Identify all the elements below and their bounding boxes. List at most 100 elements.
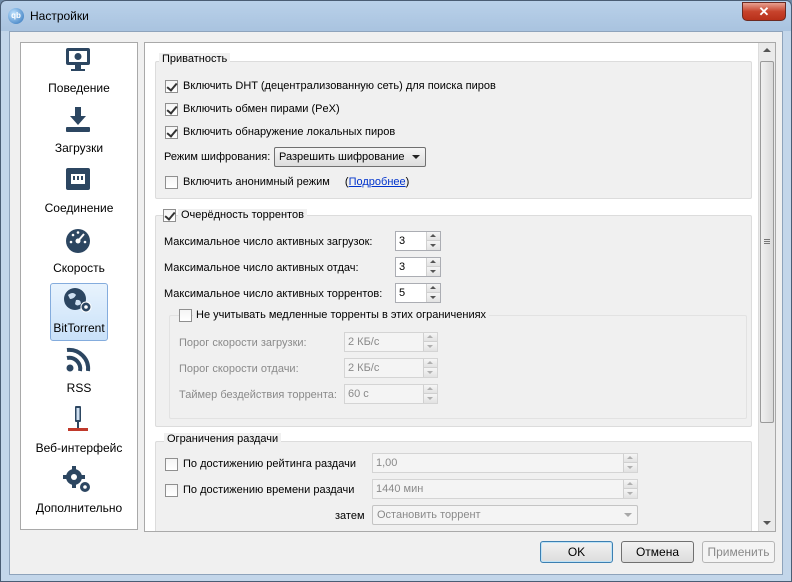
- chevron-down-icon: [412, 155, 420, 159]
- seeding-time-value: 1440 мин: [376, 483, 424, 495]
- inactivity-timer-value: 60 с: [348, 388, 369, 400]
- spin-up-button[interactable]: [427, 258, 440, 267]
- dht-label: Включить DHT (децентрализованную сеть) д…: [183, 80, 496, 92]
- download-icon: [66, 107, 90, 132]
- slow-upload-rate-label: Порог скорости отдачи:: [179, 363, 299, 375]
- monitor-icon: [66, 48, 90, 71]
- spin-up-button[interactable]: [427, 232, 440, 241]
- dialog-body: Поведение Загрузки Соединение Скорость B…: [9, 31, 783, 575]
- ratio-limit-label: По достижению рейтинга раздачи: [183, 458, 356, 470]
- rss-icon: [66, 347, 91, 372]
- webui-icon: [68, 406, 88, 431]
- slow-upload-rate-spinbox[interactable]: 2 КБ/с: [344, 358, 438, 378]
- sidebar-item-label: Скорость: [53, 261, 105, 275]
- ratio-limit-value: 1,00: [376, 457, 398, 469]
- apply-button[interactable]: Применить: [702, 541, 775, 563]
- more-info-link[interactable]: Подробнее: [349, 176, 406, 188]
- scrollbar-thumb[interactable]: [760, 61, 774, 423]
- spin-down-button[interactable]: [427, 241, 440, 250]
- encryption-mode-select[interactable]: Разрешить шифрование: [274, 147, 426, 167]
- spin-down-button[interactable]: [427, 267, 440, 276]
- ok-button[interactable]: OK: [540, 541, 613, 563]
- max-active-torrents-spinbox[interactable]: 5: [395, 283, 441, 303]
- then-action-select[interactable]: Остановить торрент: [372, 505, 638, 525]
- seeding-time-spinbox[interactable]: 1440 мин: [372, 479, 638, 499]
- slow-download-rate-spinbox[interactable]: 2 КБ/с: [344, 332, 438, 352]
- slow-torrents-title: Не учитывать медленные торренты в этих о…: [193, 309, 490, 321]
- spin-up-button[interactable]: [427, 284, 440, 293]
- spin-down-button[interactable]: [424, 342, 437, 351]
- spin-up-button[interactable]: [424, 333, 437, 342]
- then-action-label: затем: [335, 510, 365, 522]
- chevron-down-icon: [624, 513, 632, 517]
- then-action-value: Остановить торрент: [377, 509, 481, 521]
- cancel-button[interactable]: Отмена: [621, 541, 694, 563]
- spin-up-button[interactable]: [424, 359, 437, 368]
- max-active-downloads-value: 3: [399, 235, 406, 247]
- gears-icon: [63, 466, 90, 492]
- sidebar-item-label: Дополнительно: [35, 501, 123, 515]
- pex-checkbox[interactable]: [165, 103, 178, 116]
- ratio-limit-checkbox[interactable]: [165, 458, 178, 471]
- lsd-label: Включить обнаружение локальных пиров: [183, 126, 396, 138]
- max-active-uploads-label: Максимальное число активных отдач:: [164, 262, 359, 274]
- scroll-down-arrow-icon[interactable]: [759, 515, 775, 531]
- title-bar[interactable]: qb Настройки ✕: [1, 1, 791, 31]
- slow-download-rate-label: Порог скорости загрузки:: [179, 337, 307, 349]
- sidebar-item-behavior[interactable]: Поведение: [21, 43, 137, 103]
- settings-page-bittorrent: Приватность Включить DHT (децентрализова…: [144, 42, 776, 532]
- speedometer-icon: [66, 229, 90, 253]
- scroll-up-arrow-icon[interactable]: [759, 43, 775, 59]
- ratio-limit-spinbox[interactable]: 1,00: [372, 453, 638, 473]
- sidebar-item-label: Соединение: [44, 201, 114, 215]
- qbittorrent-app-icon: qb: [8, 8, 24, 24]
- sidebar-item-rss[interactable]: RSS: [21, 343, 137, 403]
- sidebar-item-label: Поведение: [48, 81, 110, 95]
- max-active-uploads-spinbox[interactable]: 3: [395, 257, 441, 277]
- spin-up-button[interactable]: [424, 385, 437, 394]
- slow-torrents-checkbox[interactable]: [179, 309, 192, 322]
- sidebar-item-downloads[interactable]: Загрузки: [21, 103, 137, 163]
- sidebar-item-label: RSS: [66, 381, 92, 395]
- queueing-checkbox[interactable]: [163, 209, 176, 222]
- sidebar-item-label: BitTorrent: [53, 321, 105, 335]
- slow-download-rate-value: 2 КБ/с: [348, 336, 380, 348]
- seeding-time-label: По достижению времени раздачи: [183, 484, 355, 496]
- link-close-paren: ): [405, 176, 410, 188]
- sidebar-item-connection[interactable]: Соединение: [21, 163, 137, 223]
- spin-down-button[interactable]: [424, 368, 437, 377]
- queueing-group-title: Очерёдность торрентов: [178, 209, 307, 221]
- vertical-scrollbar[interactable]: [758, 43, 775, 531]
- inactivity-timer-label: Таймер бездействия торрента:: [179, 389, 337, 401]
- dht-checkbox[interactable]: [165, 80, 178, 93]
- sidebar-item-label: Веб-интерфейс: [35, 441, 123, 455]
- spin-down-button[interactable]: [427, 293, 440, 302]
- max-active-downloads-spinbox[interactable]: 3: [395, 231, 441, 251]
- max-active-torrents-label: Максимальное число активных торрентов:: [164, 288, 383, 300]
- sidebar-item-webui[interactable]: Веб-интерфейс: [21, 403, 137, 463]
- sidebar-item-label: Загрузки: [54, 141, 104, 155]
- lsd-checkbox[interactable]: [165, 126, 178, 139]
- spin-up-button[interactable]: [624, 480, 637, 489]
- seeding-time-checkbox[interactable]: [165, 484, 178, 497]
- network-icon: [66, 168, 90, 190]
- close-button[interactable]: ✕: [742, 2, 786, 21]
- sidebar-item-advanced[interactable]: Дополнительно: [21, 463, 137, 523]
- max-active-uploads-value: 3: [399, 261, 406, 273]
- anonymous-mode-row: Включить анонимный режим (Подробнее): [183, 176, 409, 188]
- spin-up-button[interactable]: [624, 454, 637, 463]
- spin-down-button[interactable]: [624, 463, 637, 472]
- inactivity-timer-spinbox[interactable]: 60 с: [344, 384, 438, 404]
- category-list: Поведение Загрузки Соединение Скорость B…: [20, 42, 138, 530]
- spin-down-button[interactable]: [624, 489, 637, 498]
- encryption-mode-value: Разрешить шифрование: [279, 151, 405, 163]
- sidebar-item-bittorrent[interactable]: BitTorrent: [21, 283, 137, 343]
- window-title: Настройки: [30, 9, 89, 23]
- seeding-limits-title: Ограничения раздачи: [164, 433, 282, 445]
- globe-gear-icon: [64, 288, 92, 313]
- sidebar-item-speed[interactable]: Скорость: [21, 223, 137, 283]
- spin-down-button[interactable]: [424, 394, 437, 403]
- anonymous-mode-checkbox[interactable]: [165, 176, 178, 189]
- max-active-torrents-value: 5: [399, 287, 406, 299]
- settings-window: qb Настройки ✕ Поведение Загрузки Соедин…: [0, 0, 792, 582]
